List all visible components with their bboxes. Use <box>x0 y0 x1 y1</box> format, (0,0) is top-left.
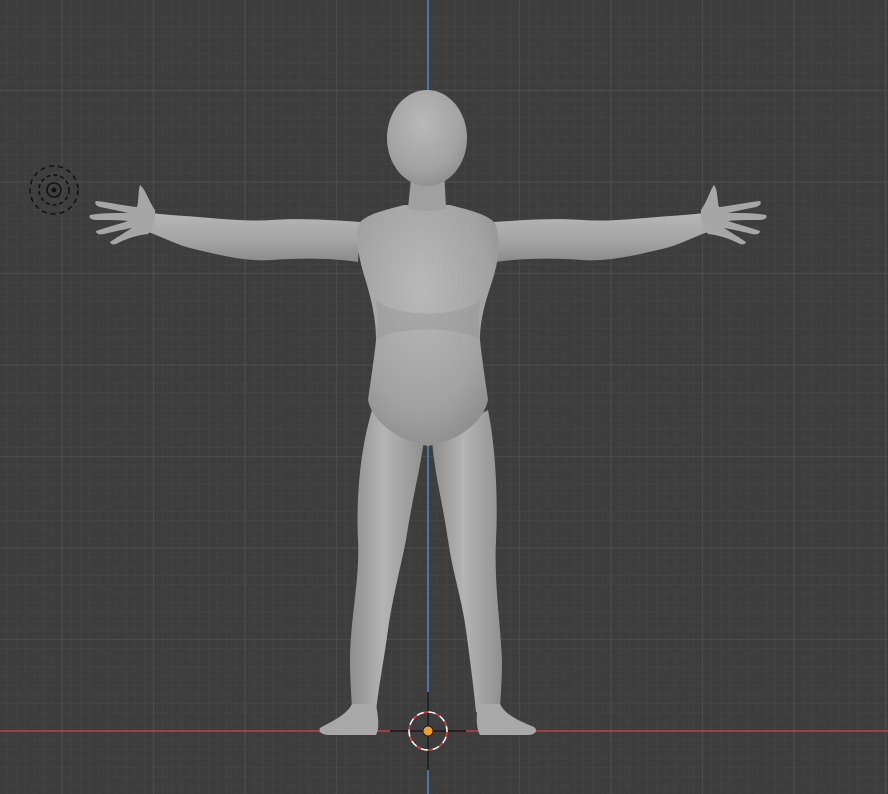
3d-viewport[interactable] <box>0 0 888 794</box>
head <box>387 90 467 186</box>
object-origin-icon <box>422 725 434 737</box>
viewport-canvas[interactable] <box>0 0 888 794</box>
